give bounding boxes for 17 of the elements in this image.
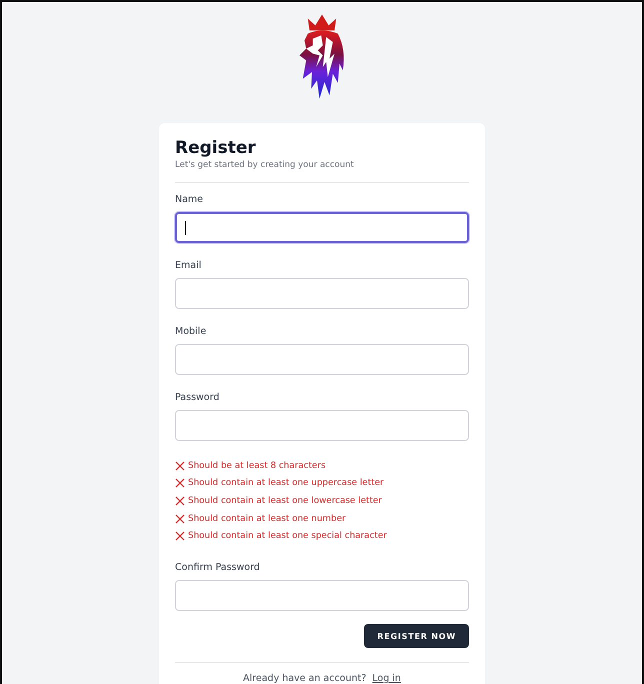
footer-text: Already have an account?: [243, 673, 366, 684]
password-field[interactable]: [175, 410, 469, 442]
password-rule: Should contain at least one lowercase letter: [188, 496, 382, 506]
password-rule: Should contain at least one special character: [188, 531, 387, 542]
register-button[interactable]: REGISTER NOW: [364, 624, 469, 648]
input-field[interactable]: [175, 212, 469, 244]
field-label: Email: [175, 259, 202, 274]
login-link[interactable]: Log in: [372, 673, 401, 684]
field-label: Mobile: [175, 325, 208, 340]
form-subtitle: Let's get started by creating your account: [175, 160, 355, 170]
field-label: Confirm Password: [175, 561, 261, 575]
password-rule: Should contain at least one number: [188, 514, 346, 524]
password-rule: Should contain at least one uppercase letter: [188, 478, 384, 488]
password-rule: Should be at least 8 characters: [188, 460, 326, 471]
field-label: Name: [175, 193, 204, 208]
form-title: Register: [175, 137, 257, 160]
field-label: Password: [175, 391, 220, 406]
